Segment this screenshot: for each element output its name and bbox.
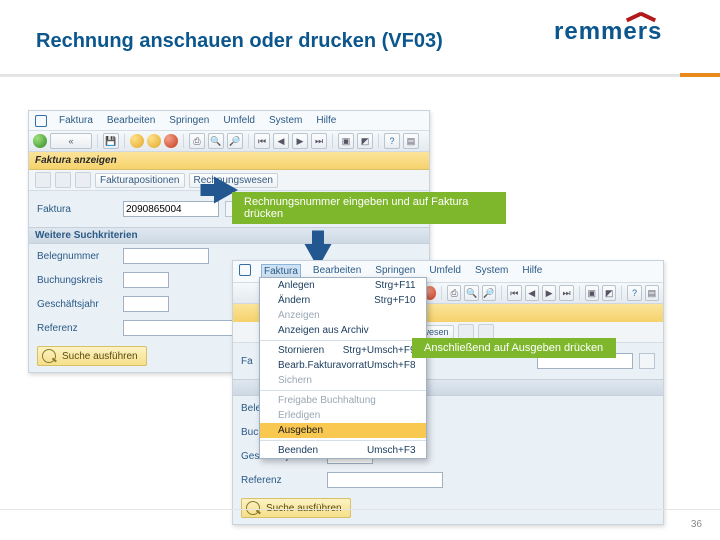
magnifier-icon [42, 349, 56, 363]
callout-step2: Anschließend auf Ausgeben drücken [412, 338, 616, 358]
menu-archiv[interactable]: Anzeigen aus Archiv [260, 323, 426, 338]
menu-sichern: Sichern [260, 373, 426, 388]
label-belegnummer: Belegnummer [37, 251, 117, 262]
edit-icon[interactable] [35, 172, 51, 188]
menu-anlegen[interactable]: AnlegenStrg+F11 [260, 278, 426, 293]
first-page-icon[interactable]: ⏮ [254, 133, 270, 149]
search-exec-button-1[interactable]: Suche ausführen [37, 346, 147, 366]
last-page-icon-2[interactable]: ⏭ [559, 285, 573, 301]
find-next-icon-2[interactable]: 🔎 [482, 285, 496, 301]
slide-title: Rechnung anschauen oder drucken (VF03) [36, 30, 443, 53]
input-referenz-2[interactable] [327, 472, 443, 488]
last-page-icon[interactable]: ⏭ [311, 133, 327, 149]
input-geschaeftsjahr[interactable] [123, 296, 169, 312]
menu-bearbeiten[interactable]: Bearbeiten [105, 114, 157, 127]
menu-system[interactable]: System [267, 114, 304, 127]
input-buchungskreis[interactable] [123, 272, 169, 288]
label-referenz: Referenz [37, 323, 117, 334]
print-icon[interactable]: ⎙ [189, 133, 205, 149]
menu-anzeigen: Anzeigen [260, 308, 426, 323]
layout-icon[interactable]: ▤ [403, 133, 419, 149]
help-icon[interactable]: ? [384, 133, 400, 149]
input-belegnummer[interactable] [123, 248, 209, 264]
prev-page-icon[interactable]: ◀ [273, 133, 289, 149]
brand-text: remmers [554, 18, 684, 46]
page-number: 36 [691, 519, 702, 530]
menu-erledigen: Erledigen [260, 408, 426, 423]
next-page-icon[interactable]: ▶ [292, 133, 308, 149]
menu-hilfe[interactable]: Hilfe [314, 114, 338, 127]
exit-icon[interactable] [147, 134, 161, 148]
menu-umfeld-2[interactable]: Umfeld [427, 264, 463, 279]
callout-step1: Rechnungsnummer eingeben und auf Faktura… [232, 192, 506, 224]
menu-umfeld[interactable]: Umfeld [221, 114, 257, 127]
label-buchungskreis: Buchungskreis [37, 275, 117, 286]
first-page-icon-2[interactable]: ⏮ [507, 285, 521, 301]
faktura-input[interactable] [123, 201, 219, 217]
menu-freigabe: Freigabe Buchhaltung [260, 393, 426, 408]
find-icon[interactable]: 🔍 [208, 133, 224, 149]
layout-icon-2[interactable]: ▤ [645, 285, 659, 301]
roof-icon [630, 12, 654, 24]
input-referenz[interactable] [123, 320, 239, 336]
footer-divider [0, 509, 720, 510]
find-icon-2[interactable]: 🔍 [464, 285, 478, 301]
back-icon[interactable] [130, 134, 144, 148]
help-icon-2[interactable]: ? [627, 285, 641, 301]
next-page-icon-2[interactable]: ▶ [542, 285, 556, 301]
new-session-icon[interactable]: ▣ [338, 133, 354, 149]
label-referenz-2: Referenz [241, 475, 321, 486]
toolbar-1: « 💾 ⎙ 🔍 🔎 ⏮ ◀ ▶ ⏭ ▣ ◩ ? ▤ [29, 131, 429, 152]
menu-beenden[interactable]: BeendenUmsch+F3 [260, 443, 426, 458]
faktura-label: Faktura [37, 204, 117, 215]
faktura-menu[interactable]: AnlegenStrg+F11 ÄndernStrg+F10 Anzeigen … [259, 277, 427, 459]
menubar-icon-2 [239, 264, 251, 276]
screen-title-1: Faktura anzeigen [29, 152, 429, 170]
menu-ausgeben[interactable]: Ausgeben [260, 423, 426, 438]
menu-stornieren[interactable]: StornierenStrg+Umsch+F9 [260, 343, 426, 358]
magnifier-icon-2 [246, 501, 260, 515]
accept-icon[interactable] [33, 134, 47, 148]
menu-springen[interactable]: Springen [167, 114, 211, 127]
list-icon[interactable] [75, 172, 91, 188]
fakturapositionen-button[interactable]: Fakturapositionen [95, 173, 185, 188]
nav-field[interactable]: « [50, 133, 92, 149]
brand-logo: remmers [554, 18, 684, 52]
search-help-icon-2[interactable] [639, 353, 655, 369]
label-geschaeftsjahr: Geschäftsjahr [37, 299, 117, 310]
doc-icon[interactable] [55, 172, 71, 188]
search-exec-label-2: Suche ausführen [266, 503, 342, 514]
menubar-icon [35, 114, 47, 127]
menubar-1: Faktura Bearbeiten Springen Umfeld Syste… [29, 111, 429, 131]
cancel-icon[interactable] [164, 134, 178, 148]
new-session-icon-2[interactable]: ▣ [585, 285, 599, 301]
sap-window-2: Faktura Bearbeiten Springen Umfeld Syste… [232, 260, 664, 525]
prev-page-icon-2[interactable]: ◀ [525, 285, 539, 301]
shortcut-icon[interactable]: ◩ [357, 133, 373, 149]
menu-aendern[interactable]: ÄndernStrg+F10 [260, 293, 426, 308]
menu-system-2[interactable]: System [473, 264, 510, 279]
title-divider [0, 74, 720, 77]
shortcut-icon-2[interactable]: ◩ [602, 285, 616, 301]
menu-hilfe-2[interactable]: Hilfe [520, 264, 544, 279]
menu-vorrat[interactable]: Bearb.FakturavorratUmsch+F8 [260, 358, 426, 373]
find-next-icon[interactable]: 🔎 [227, 133, 243, 149]
save-icon[interactable]: 💾 [103, 133, 119, 149]
section-weitere-1: Weitere Suchkriterien [29, 227, 429, 244]
search-exec-button-2[interactable]: Suche ausführen [241, 498, 351, 518]
print-icon-2[interactable]: ⎙ [447, 285, 461, 301]
search-exec-label: Suche ausführen [62, 351, 138, 362]
menu-faktura[interactable]: Faktura [57, 114, 95, 127]
